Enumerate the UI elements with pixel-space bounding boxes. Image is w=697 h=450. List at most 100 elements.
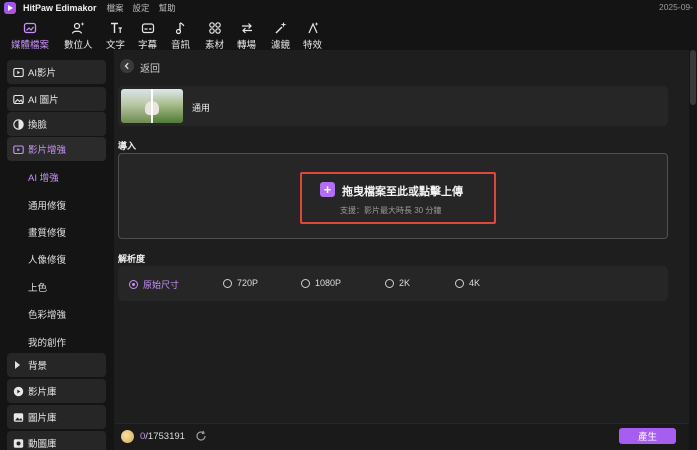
bottom-bar: 0/1753191 產生 — [114, 423, 689, 450]
radio-icon — [223, 278, 232, 288]
model-thumbnail — [121, 89, 183, 123]
audio-icon — [175, 22, 184, 35]
resolution-option-label: 720P — [237, 278, 259, 288]
scrollbar-thumb[interactable] — [690, 50, 696, 105]
tab-media[interactable]: 媒體檔案 — [11, 21, 49, 51]
ai-video-icon — [13, 67, 24, 77]
face-swap-icon — [13, 118, 24, 130]
sidebar-subitem-ai-enhance[interactable]: AI 增強 — [28, 170, 59, 184]
sidebar-item-ai-video[interactable]: AI影片 — [7, 60, 106, 84]
generate-button[interactable]: 產生 — [619, 428, 676, 444]
tab-filter[interactable]: 濾鏡 — [271, 21, 290, 51]
credits-total: /1753191 — [145, 431, 185, 442]
main-panel: 返回 通用 導入 + 拖曳檔案至此或點擊上傳 支援：影片最大時長 30 分鐘 解… — [114, 50, 689, 450]
tab-transition-label: 轉場 — [237, 40, 257, 51]
subtitle-icon — [141, 23, 154, 34]
menu-help[interactable]: 幫助 — [159, 2, 176, 14]
image-library-icon — [13, 412, 24, 422]
plus-icon: + — [320, 182, 335, 197]
filter-icon — [275, 22, 286, 34]
tab-transition[interactable]: 轉場 — [237, 21, 256, 51]
sidebar-item-gif-library[interactable]: 動圖庫 — [7, 431, 106, 450]
upload-hint: 支援：影片最大時長 30 分鐘 — [340, 206, 442, 215]
transition-icon — [241, 23, 252, 34]
resolution-720p[interactable]: 720P — [223, 278, 258, 288]
video-library-icon — [13, 386, 24, 396]
radio-icon — [455, 278, 464, 288]
chevron-left-icon — [124, 62, 129, 70]
tab-assets-label: 素材 — [205, 40, 225, 51]
tab-filter-label: 濾鏡 — [271, 40, 291, 51]
tab-assets[interactable]: 素材 — [205, 21, 224, 51]
resolution-option-label: 4K — [469, 278, 481, 288]
main-toolbar: 媒體檔案 數位人 文字 字幕 音訊 素材 轉場 濾鏡 特效 — [0, 15, 697, 51]
resolution-original[interactable]: 原始尺寸 — [129, 278, 179, 291]
coin-icon — [121, 430, 134, 443]
app-name: HitPaw Edimakor — [23, 2, 97, 13]
resolution-option-label: 2K — [399, 278, 411, 288]
resolution-1080p[interactable]: 1080P — [301, 278, 341, 288]
sidebar-item-label: 換臉 — [28, 120, 48, 131]
digital-human-icon — [72, 22, 85, 34]
sidebar-item-face-swap[interactable]: 換臉 — [7, 112, 106, 136]
tab-media-label: 媒體檔案 — [11, 40, 50, 51]
sidebar-subitem-quality-repair[interactable]: 畫質修復 — [28, 225, 66, 239]
upload-button[interactable]: + 拖曳檔案至此或點擊上傳 支援：影片最大時長 30 分鐘 — [300, 172, 496, 224]
tab-effects-label: 特效 — [303, 40, 323, 51]
import-label: 導入 — [118, 141, 137, 151]
sidebar-item-label: 圖片庫 — [28, 413, 57, 424]
back-button[interactable] — [120, 59, 134, 73]
media-icon — [23, 22, 37, 34]
assets-icon — [208, 22, 221, 34]
sidebar: AI影片 AI 圖片 換臉 影片增強 AI 增強 通用修復 畫質修復 人像修復 … — [0, 50, 114, 450]
resolution-4k[interactable]: 4K — [455, 278, 480, 288]
upload-dropzone[interactable]: + 拖曳檔案至此或點擊上傳 支援：影片最大時長 30 分鐘 — [118, 153, 668, 239]
video-enhance-icon — [13, 144, 24, 154]
resolution-options: 原始尺寸 720P 1080P 2K 4K — [118, 266, 668, 301]
sidebar-item-background[interactable]: 背景 — [7, 353, 106, 377]
refresh-icon[interactable] — [195, 430, 207, 442]
scrollbar[interactable] — [689, 50, 697, 450]
sidebar-item-image-library[interactable]: 圖片庫 — [7, 405, 106, 429]
resolution-option-label: 原始尺寸 — [143, 280, 180, 290]
sidebar-item-label: 影片庫 — [28, 387, 57, 398]
radio-icon — [385, 278, 394, 288]
title-bar: HitPaw Edimakor 檔案 設定 幫助 2025-09- — [0, 0, 697, 15]
sidebar-item-ai-image[interactable]: AI 圖片 — [7, 87, 106, 111]
sidebar-item-video-enhance[interactable]: 影片增強 — [7, 137, 106, 161]
tab-audio[interactable]: 音訊 — [171, 21, 190, 51]
tab-text[interactable]: 文字 — [106, 21, 125, 51]
app-logo-icon — [4, 1, 16, 14]
tab-digital-human[interactable]: 數位人 — [64, 21, 93, 51]
back-label[interactable]: 返回 — [140, 60, 160, 75]
sidebar-item-video-library[interactable]: 影片庫 — [7, 379, 106, 403]
radio-selected-icon — [129, 280, 138, 289]
ai-image-icon — [13, 94, 24, 104]
radio-icon — [301, 278, 310, 288]
tab-digital-human-label: 數位人 — [64, 40, 93, 51]
caret-right-icon — [15, 361, 20, 369]
sidebar-item-label: AI 圖片 — [28, 95, 59, 106]
text-icon — [110, 22, 122, 33]
gif-library-icon — [13, 438, 24, 448]
sidebar-subitem-portrait-repair[interactable]: 人像修復 — [28, 252, 66, 266]
sidebar-item-label: 影片增強 — [28, 145, 67, 156]
menu-settings[interactable]: 設定 — [133, 2, 150, 14]
tab-subtitle-label: 字幕 — [138, 40, 158, 51]
sidebar-subitem-colorize[interactable]: 上色 — [28, 280, 47, 294]
clock: 2025-09- — [658, 2, 693, 12]
tab-effects[interactable]: 特效 — [303, 21, 322, 51]
tab-audio-label: 音訊 — [171, 40, 191, 51]
credits-display: 0/1753191 — [140, 431, 185, 442]
model-name: 通用 — [192, 103, 211, 113]
sidebar-item-label: AI影片 — [28, 68, 56, 79]
sidebar-item-label: 背景 — [28, 361, 48, 372]
sidebar-subitem-color-enhance[interactable]: 色彩增強 — [28, 307, 66, 321]
resolution-2k[interactable]: 2K — [385, 278, 410, 288]
tab-subtitle[interactable]: 字幕 — [138, 21, 157, 51]
sidebar-item-label: 動圖庫 — [28, 439, 57, 450]
menu-file[interactable]: 檔案 — [107, 2, 124, 14]
sidebar-subitem-my-creations[interactable]: 我的創作 — [28, 335, 66, 349]
sidebar-subitem-general-repair[interactable]: 通用修復 — [28, 198, 66, 212]
model-card[interactable]: 通用 — [118, 86, 668, 126]
